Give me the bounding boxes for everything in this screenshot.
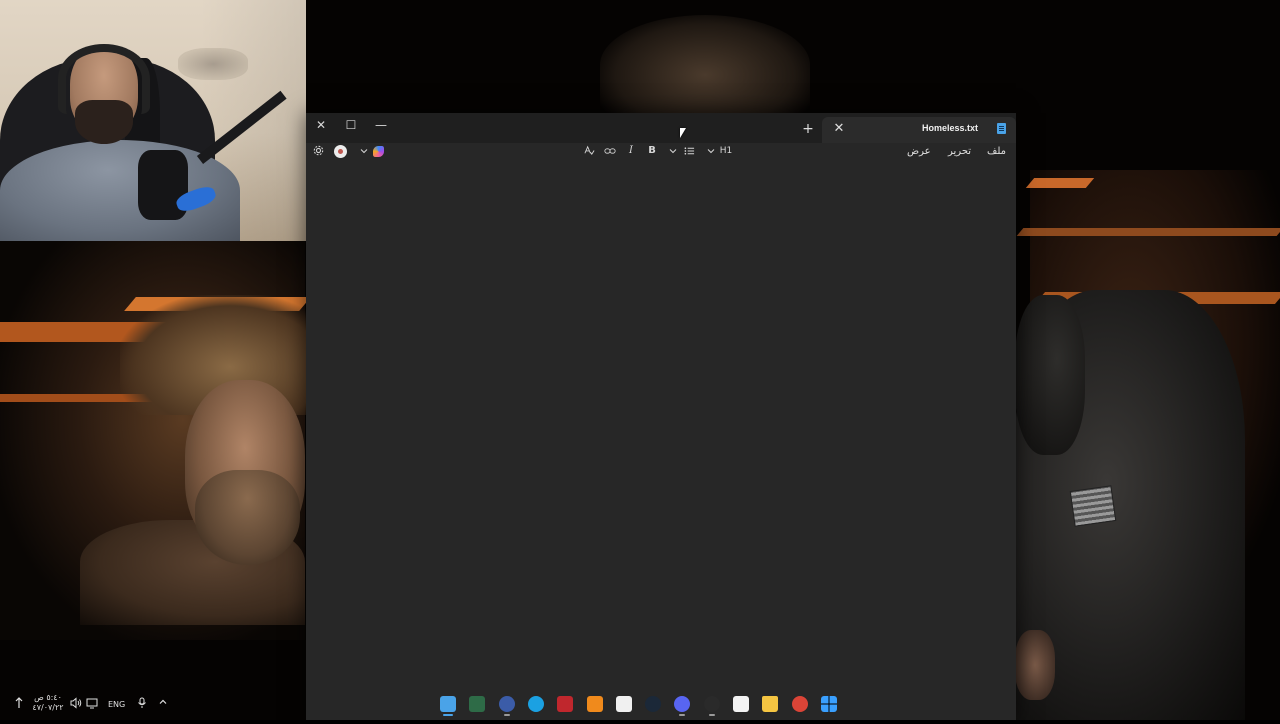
- new-tab-button[interactable]: +: [798, 119, 818, 139]
- link-icon[interactable]: [602, 143, 618, 159]
- wallpaper-stripe: [1016, 228, 1280, 236]
- notepad-icon[interactable]: [440, 696, 456, 712]
- chevron-down-icon[interactable]: [668, 143, 678, 159]
- wallpaper-stripe: [1025, 178, 1095, 188]
- capcut-icon[interactable]: [615, 696, 632, 712]
- maximize-button[interactable]: ☐: [336, 115, 366, 135]
- menu-edit[interactable]: تحرير: [948, 144, 971, 160]
- file-explorer-icon[interactable]: [762, 696, 779, 712]
- chevron-down-icon[interactable]: [706, 143, 716, 159]
- vlc-icon[interactable]: [586, 696, 603, 712]
- app-icon[interactable]: [498, 696, 515, 712]
- wallpaper-cowboy-beard: [195, 470, 300, 565]
- clock-app-icon[interactable]: [703, 696, 720, 712]
- tab-title: Homeless.txt: [921, 123, 978, 133]
- editor-area[interactable]: [306, 161, 1016, 720]
- network-icon[interactable]: [14, 697, 24, 714]
- text-editor[interactable]: [306, 161, 1016, 720]
- mouse-cursor: [680, 128, 686, 138]
- volume-icon[interactable]: [70, 697, 82, 714]
- headphones-icon: [58, 44, 150, 114]
- chevron-up-icon[interactable]: [158, 697, 168, 712]
- clock-time: ٥:٤٠ ص: [34, 693, 62, 702]
- minimize-button[interactable]: —: [366, 115, 396, 135]
- menu-file[interactable]: ملف: [987, 144, 1006, 160]
- notepad-window: ✕ ☐ — + ✕ Homeless.txt I B H1 عرض تحرير …: [306, 113, 1016, 720]
- notepad-icon: [997, 123, 1006, 134]
- active-app-indicator: [443, 714, 453, 716]
- steam-icon[interactable]: [645, 696, 662, 712]
- account-avatar[interactable]: [334, 145, 347, 158]
- windows-icon[interactable]: [820, 696, 837, 712]
- chevron-down-icon[interactable]: [358, 143, 370, 159]
- bold-button[interactable]: B: [645, 143, 659, 159]
- taskbar: ٥:٤٠ ص ٤٧/٠٧/٢٢ ENG: [0, 690, 1280, 720]
- active-app-indicator: [679, 714, 686, 716]
- toolbar: I B H1 عرض تحرير ملف: [306, 143, 1016, 159]
- copilot-icon[interactable]: [373, 146, 384, 157]
- filezilla-icon[interactable]: [557, 696, 574, 712]
- settings-icon[interactable]: [310, 143, 326, 159]
- close-window-button[interactable]: ✕: [306, 115, 336, 135]
- edge-icon[interactable]: [527, 696, 544, 712]
- wallpaper-soldier-head: [1015, 295, 1085, 455]
- wallpaper-soldier-top: [600, 15, 810, 115]
- clock-date: ٤٧/٠٧/٢٢: [32, 703, 64, 712]
- webcam-overlay: [0, 0, 306, 241]
- discord-icon[interactable]: [674, 696, 691, 712]
- menu-view[interactable]: عرض: [907, 144, 931, 160]
- language-indicator[interactable]: ENG: [108, 698, 125, 712]
- clock[interactable]: ٥:٤٠ ص ٤٧/٠٧/٢٢: [28, 693, 68, 713]
- active-app-indicator: [708, 714, 715, 716]
- monitor-icon[interactable]: [86, 697, 98, 714]
- excel-icon[interactable]: [469, 696, 486, 712]
- chrome-icon[interactable]: [791, 696, 808, 712]
- list-icon[interactable]: [681, 143, 697, 159]
- close-tab-button[interactable]: ✕: [830, 120, 848, 138]
- spellcheck-icon[interactable]: [581, 143, 597, 159]
- tab-homeless[interactable]: ✕ Homeless.txt: [822, 117, 1016, 143]
- wallpaper-flag-patch: [1069, 485, 1117, 527]
- title-bar[interactable]: ✕ ☐ — + ✕ Homeless.txt: [306, 113, 1016, 143]
- active-app-indicator: [503, 714, 510, 716]
- store-icon[interactable]: [733, 696, 749, 712]
- microphone-icon[interactable]: [137, 697, 147, 714]
- heading-button[interactable]: H1: [718, 143, 734, 159]
- italic-button[interactable]: I: [624, 143, 638, 159]
